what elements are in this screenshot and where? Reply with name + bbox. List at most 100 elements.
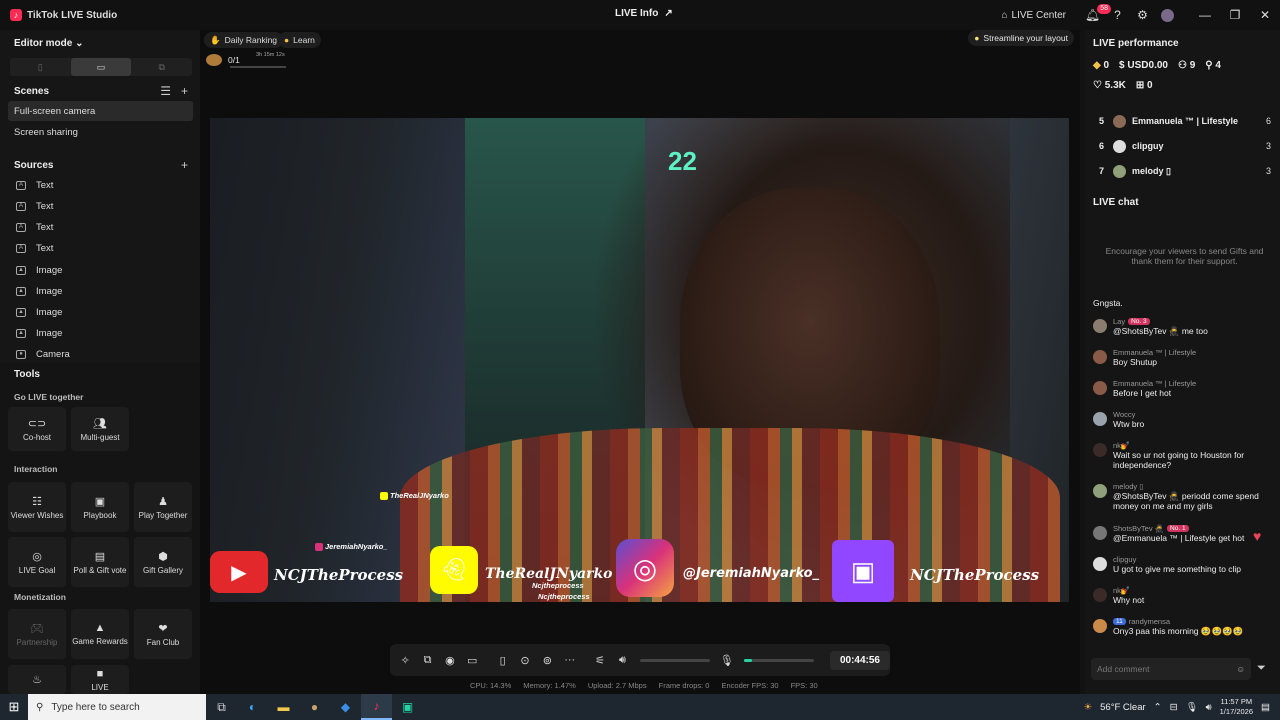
camera-preview[interactable]: 22 TheRealJNyarko JeremiahNyarko_ ▶ NCJT… — [210, 118, 1069, 602]
add-source-icon[interactable]: + — [181, 158, 188, 172]
avatar[interactable] — [1155, 0, 1180, 30]
filter-icon[interactable]: ⏷ — [1257, 662, 1266, 675]
live-info-button[interactable]: LIVE Info ↗ — [615, 8, 673, 19]
streamline-layout-button[interactable]: ● Streamline your layout — [968, 30, 1074, 46]
comment-input[interactable]: Add comment ☺ — [1091, 658, 1251, 680]
source-item[interactable]: ▲ Image — [16, 261, 62, 279]
close-button[interactable]: ✕ — [1250, 0, 1280, 30]
speaker-icon[interactable]: 🔊︎ — [611, 654, 633, 667]
live-goal-button[interactable]: ◎ LIVE Goal — [8, 537, 66, 587]
tool-label: Co-host — [22, 432, 51, 442]
settings-button[interactable]: ⚙ — [1130, 0, 1155, 30]
enhance-icon[interactable]: ⧉ — [416, 654, 438, 667]
left-panel: Editor mode ⌄ ▯ ▭ ⧉ Scenes ☰ + Full-scre… — [0, 30, 200, 694]
file-explorer-icon[interactable]: ▬ — [268, 694, 299, 720]
people-icon: ⚇ — [1177, 60, 1187, 71]
editor-mode-label: Editor mode — [14, 38, 73, 49]
source-item[interactable]: A Text — [16, 218, 53, 236]
edge-icon[interactable]: ◐ — [237, 694, 268, 720]
live-tool-button[interactable]: ■ LIVE — [71, 665, 129, 694]
clock[interactable]: 11:57 PM 1/17/2026 — [1220, 697, 1253, 717]
fan-club-button[interactable]: ❤ Fan Club — [134, 609, 192, 659]
notification-center-icon[interactable]: ▤ — [1261, 702, 1270, 713]
comment-placeholder: Add comment — [1097, 664, 1150, 674]
ranking-row[interactable]: 7 melody ▯ 3 — [1099, 162, 1271, 180]
source-item[interactable]: A Text — [16, 176, 53, 194]
phone-icon[interactable]: ▯ — [491, 654, 513, 667]
network-icon[interactable]: ⊟ — [1170, 702, 1178, 713]
landscape-layout-icon[interactable]: ▭ — [70, 58, 132, 76]
volume-icon[interactable]: 🔊︎ — [1206, 702, 1212, 713]
fire-tool-button[interactable]: ♨ — [8, 665, 66, 694]
split-layout-icon[interactable]: ⧉ — [131, 58, 192, 76]
taskbar-search-input[interactable]: ⚲ Type here to search — [28, 694, 206, 720]
mic-level-slider[interactable] — [743, 658, 814, 662]
chevron-up-icon[interactable]: ⌃ — [1154, 702, 1162, 713]
source-item[interactable]: ▲ Image — [16, 303, 62, 321]
poll-gift-vote-button[interactable]: ▤ Poll & Gift vote — [71, 537, 129, 587]
tiktok-live-taskbar-icon[interactable]: ♪ — [361, 694, 392, 720]
ranking-row[interactable]: 6 clipguy 3 — [1099, 137, 1271, 155]
effects-icon[interactable]: ✧ — [394, 654, 416, 667]
screen-icon[interactable]: ▭ — [461, 654, 483, 667]
list-icon[interactable]: ☰ — [160, 84, 171, 98]
live-center-button[interactable]: ⌂ LIVE Center — [1001, 0, 1066, 30]
notifications-button[interactable]: 🔔︎ 58 — [1080, 0, 1111, 30]
play-together-button[interactable]: ♟ Play Together — [134, 482, 192, 532]
editor-mode-dropdown[interactable]: Editor mode ⌄ — [14, 38, 84, 49]
app-blue-icon[interactable]: ◆ — [330, 694, 361, 720]
tools-title: Tools — [14, 369, 40, 380]
game-rewards-button[interactable]: ▲ Game Rewards — [71, 609, 129, 659]
scene-full-screen-camera[interactable]: Full-screen camera — [8, 101, 193, 121]
gift-goal[interactable]: 0/1 — [206, 54, 240, 66]
avatar — [1113, 114, 1126, 128]
chat-message: 11 randymensa Ony3 paa this morning 🥹🥹🥹🥹 — [1093, 617, 1273, 636]
viewer-wishes-button[interactable]: ☷ Viewer Wishes — [8, 482, 66, 532]
speaker-volume-slider[interactable] — [639, 658, 710, 662]
ranking-row[interactable]: 5 Emmanuela ™ | Lifestyle 6 — [1099, 112, 1271, 130]
source-item[interactable]: A Text — [16, 197, 53, 215]
multiguest-button[interactable]: 👥︎ Multi-guest — [71, 407, 129, 451]
source-item[interactable]: ● Camera — [16, 345, 70, 363]
rank-count: 3 — [1265, 141, 1271, 151]
avatar — [1093, 350, 1107, 364]
windows-start-icon[interactable]: ⊞ — [0, 699, 28, 715]
text-icon: A — [16, 222, 26, 232]
scene-screen-sharing[interactable]: Screen sharing — [8, 122, 193, 142]
task-view-icon[interactable]: ⧉ — [206, 694, 237, 720]
help-button[interactable]: ? — [1105, 0, 1130, 30]
add-scene-icon[interactable]: + — [181, 84, 188, 98]
daily-ranking-button[interactable]: ✋ Daily Ranking — [204, 32, 284, 48]
mic-icon[interactable]: 🎙︎ — [716, 654, 738, 667]
playbook-button[interactable]: ▣ Playbook — [71, 482, 129, 532]
partnership-button[interactable]: 🎮︎ Partnership — [8, 609, 66, 659]
mic-tray-icon[interactable]: 🎙︎ — [1186, 702, 1198, 713]
more-icon[interactable]: ··· — [559, 654, 581, 666]
minimize-button[interactable]: — — [1190, 0, 1220, 30]
fps-stat: FPS: 30 — [790, 681, 818, 690]
stickers-icon[interactable]: ◉ — [439, 654, 461, 667]
level-tag: 11 — [1113, 618, 1126, 625]
source-item[interactable]: ▲ Image — [16, 282, 62, 300]
restore-button[interactable]: ❐ — [1220, 0, 1250, 30]
emoji-icon[interactable]: ☺ — [1236, 664, 1245, 674]
message-user: nk💅 — [1113, 441, 1131, 450]
usd-stat: $ USD0.00 — [1119, 60, 1168, 71]
record-icon[interactable]: ⊙ — [514, 654, 536, 667]
cohost-button[interactable]: ⊂⊃ Co-host — [8, 407, 66, 451]
green-app-icon[interactable]: ▣ — [392, 694, 423, 720]
mixer-icon[interactable]: ⚟ — [589, 654, 611, 667]
portrait-layout-icon[interactable]: ▯ — [10, 58, 71, 76]
gift-gallery-button[interactable]: ⬢ Gift Gallery — [134, 537, 192, 587]
message-text: Why not — [1113, 595, 1145, 605]
weather-text[interactable]: 56°F Clear — [1100, 702, 1146, 713]
monkey-app-icon[interactable]: ● — [299, 694, 330, 720]
instagram-handle: @JeremiahNyarko_ — [683, 566, 820, 581]
tools-panel: Tools Go LIVE together ⊂⊃ Co-host 👥︎ Multi… — [0, 363, 200, 694]
replay-icon[interactable]: ⊚ — [536, 654, 558, 667]
message-text: @ShotsByTev 🥷 periodd come spend money o… — [1113, 491, 1259, 511]
tool-label: Partnership — [16, 637, 58, 647]
learn-button[interactable]: ● Learn — [278, 32, 321, 48]
source-item[interactable]: ▲ Image — [16, 324, 62, 342]
source-item[interactable]: A Text — [16, 239, 53, 257]
